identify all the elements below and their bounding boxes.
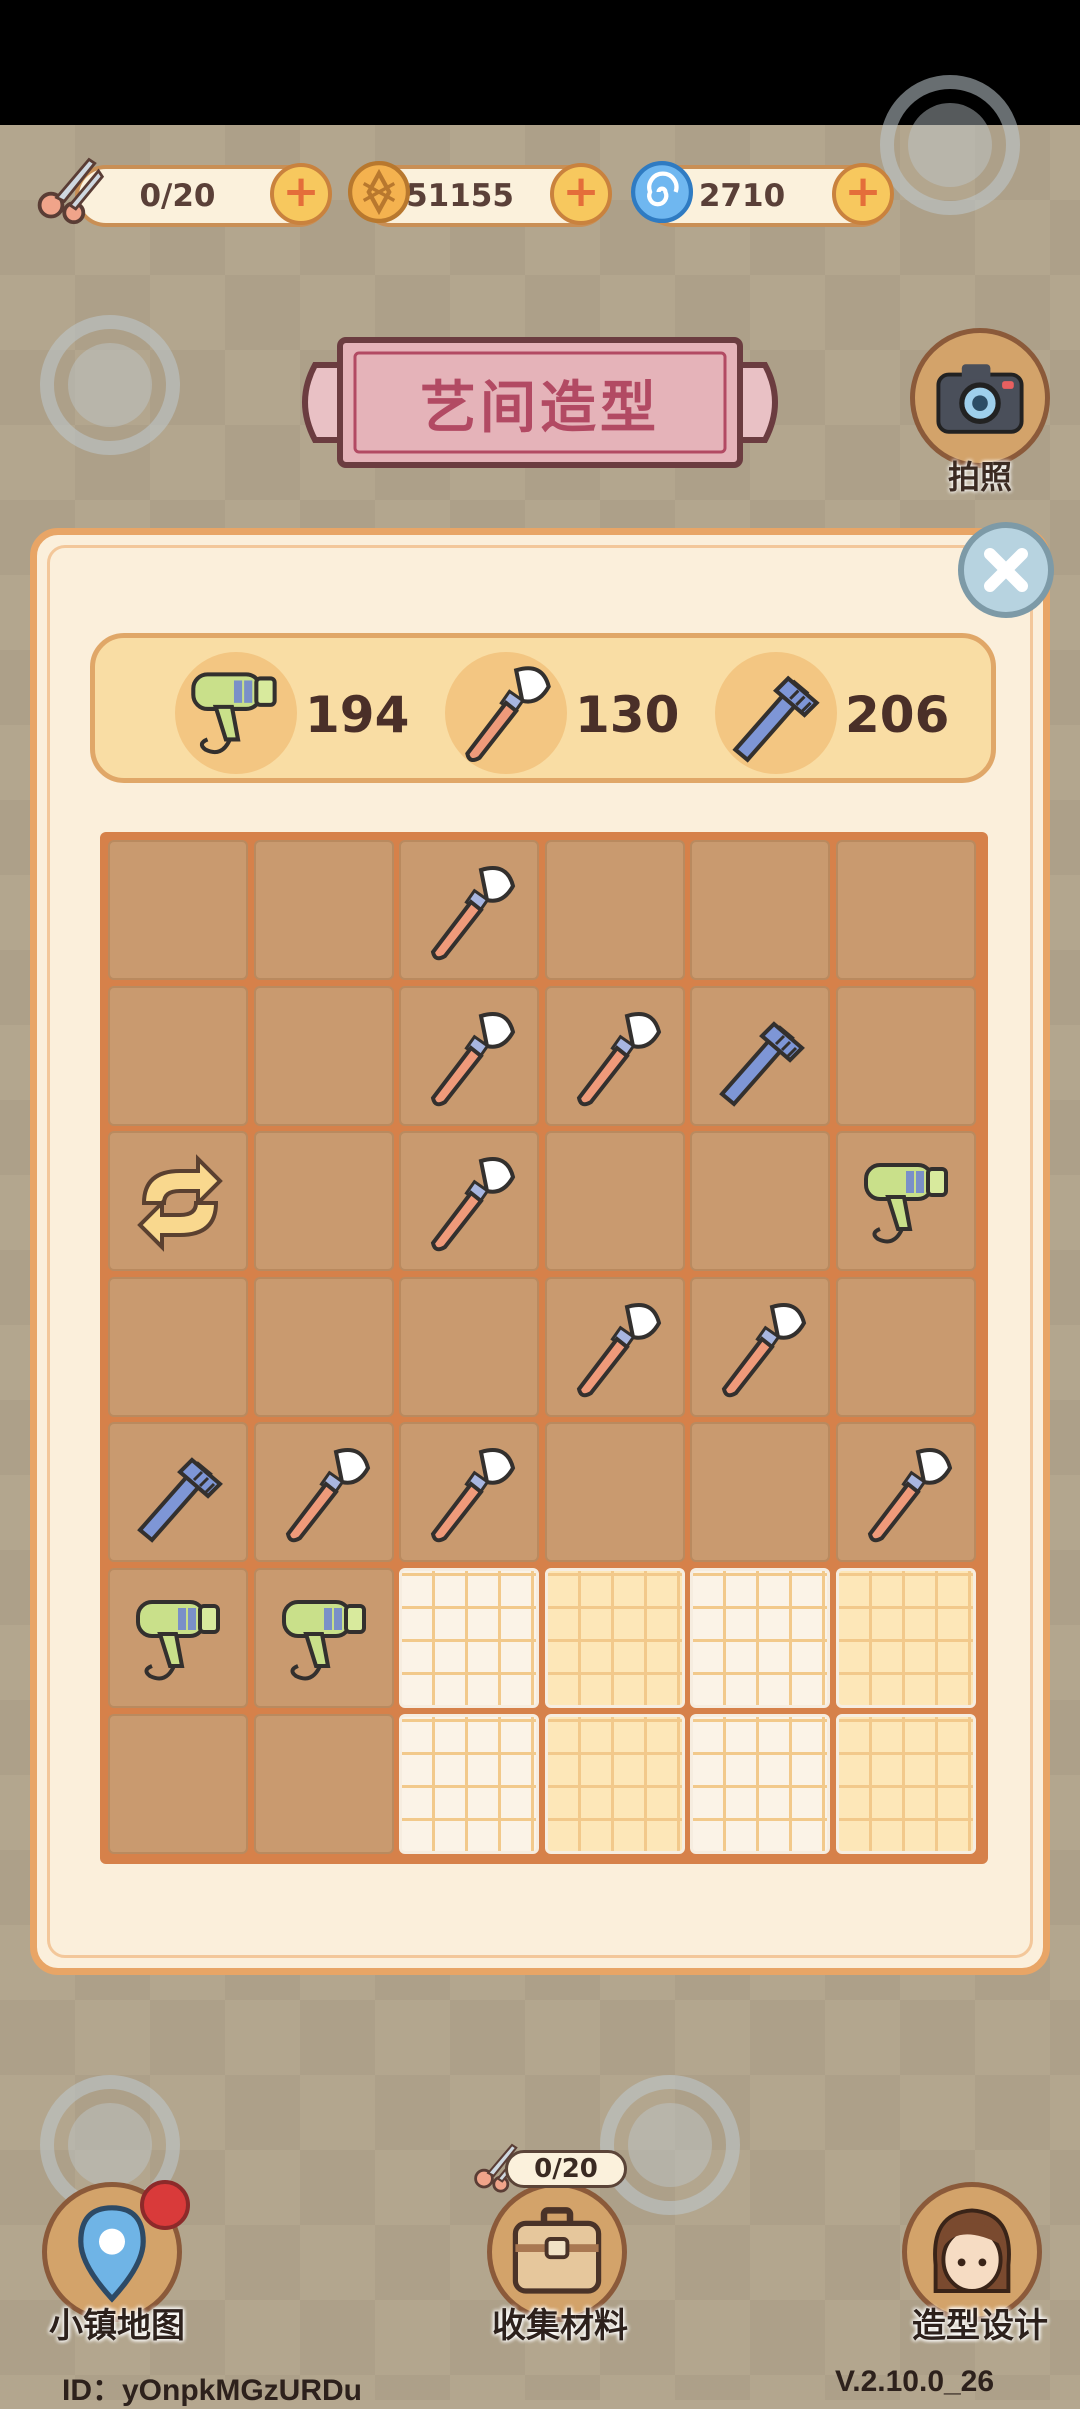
comb-icon: [732, 675, 820, 763]
makeup-brush-icon: [285, 1448, 370, 1543]
notification-badge: [140, 2180, 190, 2230]
brush-cell[interactable]: [399, 840, 540, 980]
dryer-cell[interactable]: [836, 1131, 976, 1272]
locked-cell: [690, 1713, 831, 1854]
refresh-cell[interactable]: [108, 1131, 248, 1272]
brush-cell[interactable]: [253, 1422, 394, 1563]
empty-cell[interactable]: [253, 985, 394, 1126]
tool-counts-bar: 194 130 206: [90, 633, 996, 783]
makeup-brush-icon: [465, 666, 551, 763]
empty-cell[interactable]: [253, 1131, 394, 1272]
scissors-counter: 0/20 +: [75, 163, 332, 227]
makeup-brush-icon: [576, 1011, 661, 1106]
makeup-brush-icon: [431, 866, 516, 961]
locked-cell: [836, 1713, 976, 1854]
brush-cell[interactable]: [399, 985, 540, 1126]
scissors-value: 0/20: [139, 178, 216, 214]
title-banner: 艺间造型: [295, 335, 785, 470]
empty-cell[interactable]: [253, 840, 394, 980]
collect-label: 收集材料: [492, 2306, 628, 2346]
empty-cell[interactable]: [690, 1131, 831, 1272]
empty-cell[interactable]: [544, 1422, 685, 1563]
brush-cell[interactable]: [399, 1131, 540, 1272]
empty-cell[interactable]: [836, 1276, 976, 1417]
empty-cell[interactable]: [544, 840, 685, 980]
empty-cell[interactable]: [399, 1276, 540, 1417]
tool-count: 194: [305, 686, 410, 744]
dryer-cell[interactable]: [253, 1568, 394, 1708]
locked-cell: [544, 1568, 685, 1708]
camera-label: 拍照: [947, 458, 1012, 496]
refresh-icon: [137, 1154, 223, 1253]
brush-cell[interactable]: [690, 1276, 831, 1417]
dryer-cell[interactable]: [108, 1568, 248, 1708]
locked-cell: [399, 1713, 540, 1854]
locked-cell: [544, 1713, 685, 1854]
design-label: 造型设计: [912, 2306, 1048, 2346]
makeup-brush-icon: [722, 1302, 807, 1398]
hair-dryer-icon: [281, 1600, 366, 1681]
locked-cell: [836, 1568, 976, 1708]
empty-cell[interactable]: [690, 840, 831, 980]
swirl-gem-icon: [630, 160, 694, 224]
add-coins-button[interactable]: +: [550, 163, 612, 225]
merge-grid: [100, 832, 988, 1864]
comb-cell[interactable]: [108, 1422, 248, 1563]
hair-dryer-icon: [864, 1163, 948, 1244]
empty-cell[interactable]: [690, 1422, 831, 1563]
empty-cell[interactable]: [108, 985, 248, 1126]
sun-decoration: [880, 75, 1020, 215]
empty-cell[interactable]: [253, 1276, 394, 1417]
empty-cell[interactable]: [108, 1276, 248, 1417]
scissors-icon: [37, 157, 105, 225]
brush-cell[interactable]: [399, 1422, 540, 1563]
brush-cell[interactable]: [836, 1422, 976, 1563]
brush-cell[interactable]: [544, 1276, 685, 1417]
locked-cell: [690, 1568, 831, 1708]
user-id: ID：yOnpkMGzURDu: [62, 2374, 362, 2407]
add-gems-button[interactable]: +: [832, 163, 894, 225]
makeup-brush-icon: [431, 1448, 516, 1543]
makeup-brush-icon: [576, 1302, 661, 1398]
hair-dryer-icon: [191, 672, 277, 755]
page-title: 艺间造型: [420, 376, 660, 441]
collect-count: 0/20: [505, 2150, 627, 2188]
tool-count: 206: [845, 686, 950, 744]
add-scissors-button[interactable]: +: [270, 163, 332, 225]
map-label: 小镇地图: [49, 2306, 185, 2346]
locked-cell: [399, 1568, 540, 1708]
makeup-brush-icon: [431, 1011, 516, 1106]
camera-icon: [936, 364, 1024, 434]
makeup-brush-icon: [867, 1448, 953, 1543]
camera-button[interactable]: [910, 328, 1050, 468]
makeup-brush-icon: [431, 1157, 516, 1252]
empty-cell[interactable]: [544, 1131, 685, 1272]
empty-cell[interactable]: [108, 840, 248, 980]
close-icon: [984, 548, 1028, 592]
empty-cell[interactable]: [836, 840, 976, 980]
empty-cell[interactable]: [253, 1713, 394, 1854]
sun-decoration: [40, 315, 180, 455]
empty-cell[interactable]: [836, 985, 976, 1126]
comb-icon: [719, 1020, 806, 1107]
coin-icon: [347, 160, 411, 224]
close-button[interactable]: [958, 522, 1054, 618]
comb-cell[interactable]: [690, 985, 831, 1126]
empty-cell[interactable]: [108, 1713, 248, 1854]
brush-cell[interactable]: [544, 985, 685, 1126]
comb-icon: [137, 1457, 223, 1544]
hair-dryer-icon: [136, 1600, 220, 1681]
version-label: V.2.10.0_26: [835, 2365, 995, 2398]
tool-count: 130: [575, 686, 680, 744]
